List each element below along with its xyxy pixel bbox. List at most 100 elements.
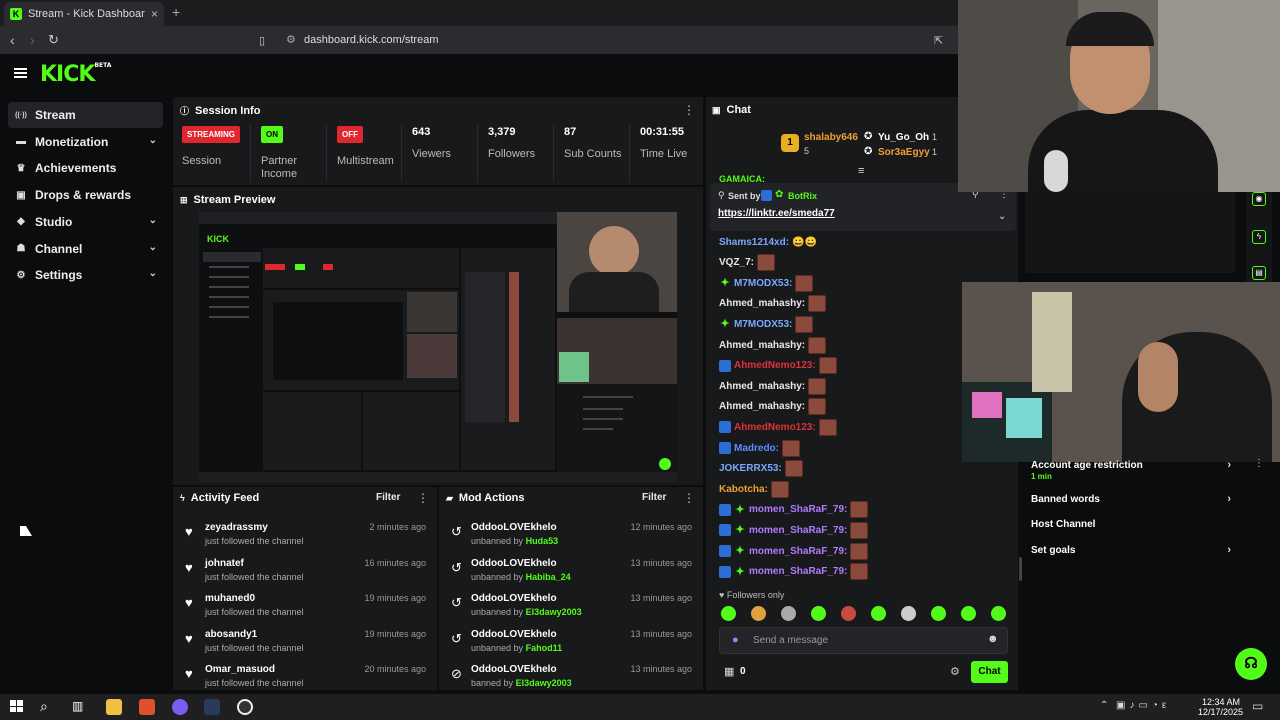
chat-message[interactable]: ✦ M7MODX53: [719, 274, 814, 292]
search-icon[interactable]: ⌕ [40, 698, 48, 715]
chat-username[interactable]: Ahmed_mahashy: [719, 381, 805, 392]
moderator-name[interactable]: OddooLOVEkhelo [471, 593, 557, 604]
top-gifter-name[interactable]: shalaby646 [804, 132, 858, 143]
chat-message[interactable]: ✦ momen_ShaRaF_79: [719, 521, 869, 539]
mod-action-row[interactable]: ↺ OddooLOVEkhelo unbanned by Habiba_24 13 m… [451, 558, 692, 592]
chat-username[interactable]: Ahmed_mahashy: [719, 298, 805, 309]
gift-icon[interactable]: ▦ [724, 665, 734, 678]
chat-username[interactable]: Shams1214xd: [719, 237, 789, 248]
stream-preview-video[interactable]: KICK [199, 212, 677, 482]
sidebar-item-studio[interactable]: ◆ Studio ⌄ [8, 209, 163, 235]
chat-username[interactable]: momen_ShaRaF_79: [749, 546, 847, 557]
share-icon[interactable]: ⇱ [934, 34, 943, 47]
chat-username[interactable]: M7MODX53: [734, 319, 792, 330]
activity-row[interactable]: ♥ muhaned0 just followed the channel 19 min… [185, 593, 426, 627]
chat-username[interactable]: Kabotcha: [719, 484, 768, 495]
chat-username[interactable]: JOKERRX53: [719, 463, 782, 474]
discord-icon[interactable] [172, 699, 188, 715]
start-icon[interactable] [10, 700, 23, 712]
lightning-tool-icon[interactable]: ϟ [1252, 230, 1266, 244]
top-gifter-name[interactable]: Yu_Go_Oh [878, 132, 929, 143]
chat-message[interactable]: Ahmed_mahashy: [719, 377, 827, 395]
chat-message[interactable]: AhmedNemo123: [719, 418, 837, 436]
chat-message[interactable]: JOKERRX53: [719, 460, 803, 478]
moderator-name[interactable]: OddooLOVEkhelo [471, 629, 557, 640]
multistream-off-badge[interactable]: OFF [337, 126, 363, 143]
chat-send-button[interactable]: Chat [971, 661, 1008, 683]
activity-row[interactable]: ♥ abosandy1 just followed the channel 19 mi… [185, 629, 426, 663]
chat-username[interactable]: M7MODX53: [734, 278, 792, 289]
mod-action-row[interactable]: ⊘ OddooLOVEkhelo banned by El3dawy2003 13 m… [451, 664, 692, 698]
chevron-down-icon[interactable]: ⌄ [149, 268, 157, 279]
activity-menu-icon[interactable]: ⋮ [417, 491, 429, 505]
clipboard-tool-icon[interactable]: ▤ [1252, 266, 1266, 280]
emoji-icon[interactable]: ☻ [987, 633, 999, 645]
sidebar-item-stream[interactable]: ((·)) Stream [8, 102, 163, 128]
chat-message[interactable]: AhmedNemo123: [719, 357, 837, 375]
chat-message[interactable]: Ahmed_mahashy: [719, 295, 827, 313]
clock-time[interactable]: 12:34 AM [1198, 697, 1240, 707]
chat-message[interactable]: Kabotcha: [719, 480, 789, 498]
session-menu-icon[interactable]: ⋮ [683, 103, 695, 117]
chat-username[interactable]: VQZ_7: [719, 257, 754, 268]
channel-setting-item[interactable]: Banned words › [1031, 493, 1231, 505]
moderator-name[interactable]: OddooLOVEkhelo [471, 558, 557, 569]
sidebar-item-monetization[interactable]: ▬ Monetization ⌄ [8, 129, 163, 155]
channel-setting-item[interactable]: Set goals › [1031, 544, 1231, 556]
channel-setting-item[interactable]: Account age restriction 1 min › [1031, 459, 1231, 481]
tray-chevron-icon[interactable]: ⌃ [1100, 700, 1108, 711]
back-icon[interactable]: ‹ [10, 32, 15, 48]
sidebar-item-drops-rewards[interactable]: ▣ Drops & rewards [8, 182, 163, 208]
kick-logo[interactable]: KICKBETA [40, 62, 111, 87]
mic-icon[interactable]: ● [732, 634, 739, 646]
bookmark-icon[interactable]: ▯ [259, 34, 265, 47]
activity-row[interactable]: ♥ Omar_masuod just followed the channel 20 … [185, 664, 426, 698]
chat-message[interactable]: ✦ momen_ShaRaF_79: [719, 563, 869, 581]
chat-input[interactable]: ● Send a message ☻ [719, 627, 1008, 654]
chat-username[interactable]: AhmedNemo123: [734, 360, 816, 371]
reload-icon[interactable]: ↻ [48, 32, 59, 48]
moderator-name[interactable]: OddooLOVEkhelo [471, 664, 557, 675]
collapse-icon[interactable]: ≡ [858, 165, 864, 177]
chevron-down-icon[interactable]: ⌄ [149, 215, 157, 226]
follower-name[interactable]: Omar_masuod [205, 664, 275, 675]
clock-date[interactable]: 12/17/2025 [1198, 707, 1243, 717]
chat-message[interactable]: Ahmed_mahashy: [719, 398, 827, 416]
new-tab-button[interactable]: + [172, 4, 180, 20]
pinned-author[interactable]: BotRix [788, 191, 817, 201]
chevron-down-icon[interactable]: ⌄ [149, 135, 157, 146]
chat-message[interactable]: VQZ_7: [719, 254, 776, 272]
steam-icon[interactable] [204, 699, 220, 715]
mod-action-row[interactable]: ↺ OddooLOVEkhelo unbanned by El3dawy2003 13… [451, 593, 692, 627]
notification-icon[interactable]: ▭ [1252, 699, 1263, 713]
emote-quick-bar[interactable] [721, 606, 1011, 622]
chat-message[interactable]: ✦ momen_ShaRaF_79: [719, 542, 869, 560]
follower-name[interactable]: zeyadrassmy [205, 522, 268, 533]
top-gifter-name[interactable]: Sor3aEgyy [878, 147, 930, 158]
obs-icon[interactable] [237, 699, 253, 715]
mod-filter-button[interactable]: Filter [642, 492, 666, 503]
expand-chevron-icon[interactable]: ⌄ [998, 211, 1006, 222]
follower-name[interactable]: abosandy1 [205, 629, 257, 640]
forward-icon[interactable]: › [30, 32, 35, 48]
chat-settings-icon[interactable]: ⚙ [950, 665, 960, 678]
follower-name[interactable]: johnatef [205, 558, 244, 569]
sidebar-item-channel[interactable]: ☗ Channel ⌄ [8, 236, 163, 262]
chat-message[interactable]: Ahmed_mahashy: [719, 336, 827, 354]
chat-username[interactable]: momen_ShaRaF_79: [749, 566, 847, 577]
chevron-down-icon[interactable]: ⌄ [149, 242, 157, 253]
channel-setting-item[interactable]: Host Channel [1031, 519, 1231, 530]
brave-browser-icon[interactable] [139, 699, 155, 715]
settings-menu-icon[interactable]: ⋮ [1254, 458, 1264, 469]
pinned-link[interactable]: https://linktr.ee/smeda77 [718, 208, 835, 219]
activity-row[interactable]: ♥ zeyadrassmy just followed the channel 2 m… [185, 522, 426, 556]
tab-close-icon[interactable]: × [151, 7, 158, 21]
chat-username[interactable]: Ahmed_mahashy: [719, 340, 805, 351]
chat-message[interactable]: ✦ momen_ShaRaF_79: [719, 501, 869, 519]
scrollbar[interactable] [1019, 557, 1022, 581]
chat-message[interactable]: ✦ M7MODX53: [719, 315, 814, 333]
follower-name[interactable]: muhaned0 [205, 593, 255, 604]
site-info-icon[interactable]: ⚙ [286, 30, 296, 50]
chat-username[interactable]: Ahmed_mahashy: [719, 401, 805, 412]
task-view-icon[interactable]: ▥ [72, 699, 83, 713]
